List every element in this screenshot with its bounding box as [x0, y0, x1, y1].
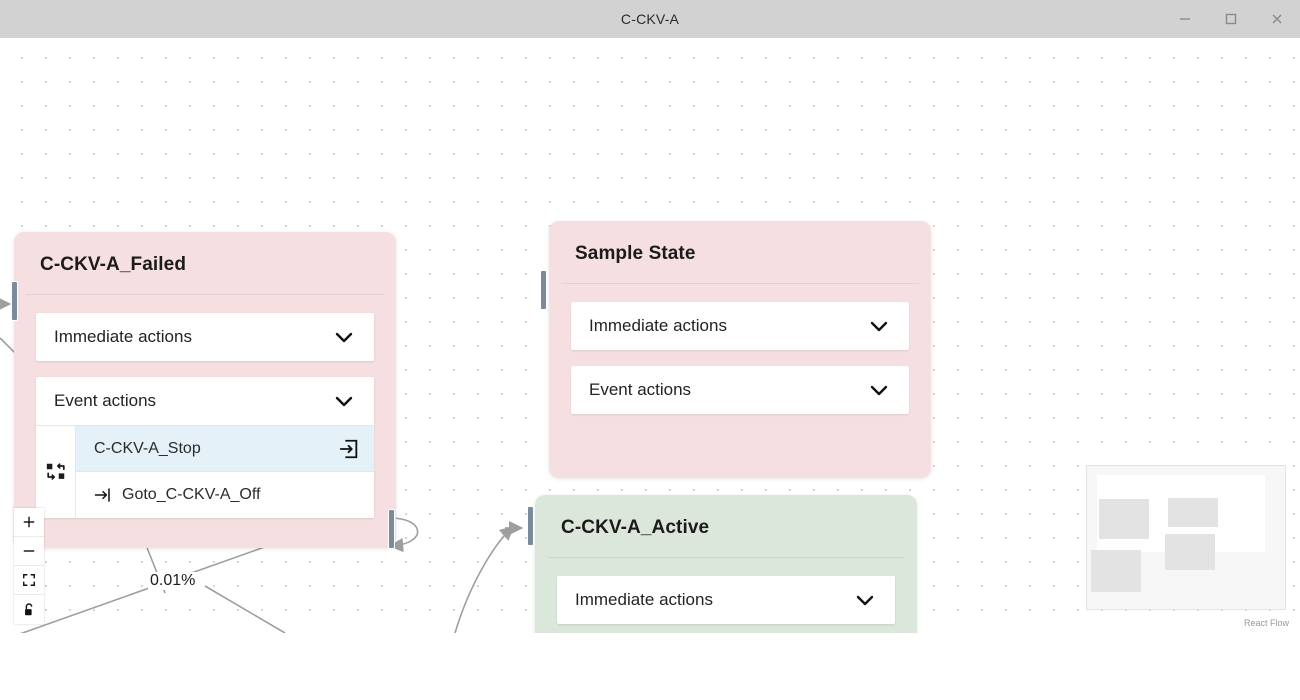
accordion-label: Event actions: [54, 391, 157, 410]
minimize-button[interactable]: [1162, 0, 1208, 38]
accordion-header[interactable]: Event actions: [36, 377, 374, 425]
accordion-immediate-actions[interactable]: Immediate actions: [557, 576, 895, 624]
fit-view-button[interactable]: [14, 566, 44, 595]
node-body: Immediate actions Event actions: [14, 295, 396, 540]
enter-icon[interactable]: [338, 438, 360, 460]
action-row-label: Goto_C-CKV-A_Off: [122, 486, 261, 503]
accordion-immediate-actions[interactable]: Immediate actions: [571, 302, 909, 350]
node-body: Immediate actions Event actions: [549, 284, 931, 436]
handle-target-sample[interactable]: [540, 270, 547, 310]
actions-rows: C-CKV-A_Stop Goto_C-CKV-A_Off: [76, 426, 374, 518]
node-sample-state[interactable]: Sample State Immediate actions Event act…: [549, 221, 931, 478]
chevron-down-icon[interactable]: [332, 325, 356, 349]
accordion-header[interactable]: Immediate actions: [36, 313, 374, 361]
accordion-label: Immediate actions: [54, 327, 192, 346]
minimap-node: [1099, 499, 1149, 539]
node-title: C-CKV-A_Active: [561, 517, 710, 538]
accordion-header[interactable]: Immediate actions: [557, 576, 895, 624]
chevron-down-icon[interactable]: [867, 314, 891, 338]
accordion-header[interactable]: Immediate actions: [571, 302, 909, 350]
accordion-event-actions[interactable]: Event actions: [36, 377, 374, 518]
edge-to-active: [454, 525, 515, 633]
minimize-icon: [1180, 18, 1190, 20]
handle-source-failed[interactable]: [388, 509, 395, 549]
accordion-immediate-actions[interactable]: Immediate actions: [36, 313, 374, 361]
accordion-label: Immediate actions: [575, 590, 713, 609]
plus-icon: [23, 516, 35, 528]
handle-target-active[interactable]: [527, 506, 534, 546]
close-icon: [1272, 14, 1282, 24]
accordion-event-actions[interactable]: Event actions: [571, 366, 909, 414]
window-controls: [1162, 0, 1300, 38]
zoom-out-button[interactable]: [14, 537, 44, 566]
chevron-down-icon[interactable]: [853, 588, 877, 612]
node-c-ckv-a-active[interactable]: C-CKV-A_Active Immediate actions: [535, 495, 917, 633]
node-body: Immediate actions: [535, 558, 917, 633]
minus-icon: [23, 550, 35, 552]
goto-icon: [94, 488, 110, 502]
window-title: C-CKV-A: [620, 11, 680, 27]
minimap-node: [1165, 534, 1215, 570]
action-row-label: C-CKV-A_Stop: [94, 439, 201, 457]
flow-minimap[interactable]: [1086, 465, 1286, 610]
flow-controls[interactable]: [14, 508, 44, 624]
minimap-node: [1091, 550, 1141, 592]
accordion-header[interactable]: Event actions: [571, 366, 909, 414]
accordion-label: Event actions: [589, 380, 692, 399]
action-row[interactable]: C-CKV-A_Stop: [76, 426, 374, 472]
event-actions-list: C-CKV-A_Stop Goto_C-CKV-A_Off: [36, 425, 374, 518]
chevron-down-icon[interactable]: [332, 389, 356, 413]
react-flow-attribution[interactable]: React Flow: [1244, 618, 1289, 628]
edge-label-percent: 0.01%: [148, 572, 198, 590]
flow-canvas[interactable]: 0.01% C-CKV-A_Failed Immediate actions E…: [0, 38, 1300, 633]
edge-diagonal-2: [204, 585, 286, 633]
node-title: C-CKV-A_Failed: [40, 254, 187, 275]
maximize-icon: [1225, 13, 1237, 25]
actions-gutter: [36, 426, 76, 518]
node-c-ckv-a-failed[interactable]: C-CKV-A_Failed Immediate actions Event a…: [14, 232, 396, 548]
lock-button[interactable]: [14, 595, 44, 624]
minimap-node: [1168, 498, 1218, 527]
chevron-down-icon[interactable]: [867, 378, 891, 402]
window-titlebar: C-CKV-A: [0, 0, 1300, 38]
action-row[interactable]: Goto_C-CKV-A_Off: [76, 472, 374, 518]
swap-icon: [46, 463, 65, 480]
handle-target-failed[interactable]: [11, 281, 18, 321]
lock-icon: [25, 603, 33, 616]
fit-view-icon: [23, 574, 35, 586]
node-title: Sample State: [575, 243, 696, 264]
maximize-button[interactable]: [1208, 0, 1254, 38]
close-button[interactable]: [1254, 0, 1300, 38]
accordion-label: Immediate actions: [589, 316, 727, 335]
zoom-in-button[interactable]: [14, 508, 44, 537]
